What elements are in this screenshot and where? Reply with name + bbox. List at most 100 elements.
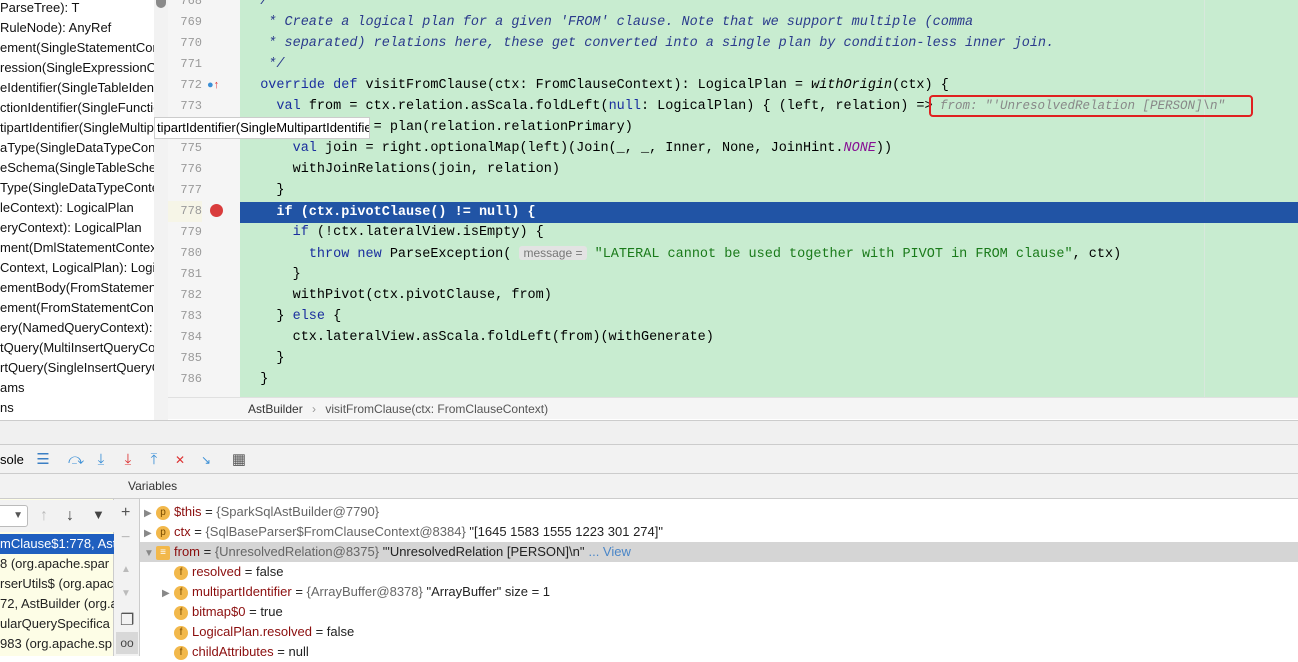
structure-item[interactable]: aType(SingleDataTypeConte: bbox=[0, 138, 154, 158]
code-line[interactable]: if (!ctx.lateralView.isEmpty) { bbox=[240, 222, 1298, 243]
evaluate-expression-icon[interactable]: ▦ bbox=[230, 451, 248, 469]
show-watches-icon[interactable]: oo bbox=[116, 632, 138, 654]
code-line[interactable]: } else { bbox=[240, 306, 1298, 327]
code-token: } bbox=[244, 183, 285, 198]
structure-item[interactable]: Type(SingleDataTypeContex bbox=[0, 178, 154, 198]
structure-item[interactable]: ery(NamedQueryContext): S bbox=[0, 318, 154, 338]
variable-row[interactable]: ▶ f multipartIdentifier = {ArrayBuffer@837… bbox=[140, 582, 1298, 602]
force-step-into-icon[interactable]: ⤓ bbox=[119, 451, 137, 469]
move-up-icon[interactable]: ▲ bbox=[121, 564, 131, 575]
variable-name: ctx bbox=[174, 524, 191, 539]
structure-item[interactable]: eIdentifier(SingleTableIdenti bbox=[0, 78, 154, 98]
structure-item[interactable]: ementBody(FromStatementB bbox=[0, 278, 154, 298]
code-token: visitFromClause(ctx: FromClauseContext):… bbox=[365, 78, 812, 93]
show-execution-point-icon[interactable]: ☰ bbox=[34, 451, 52, 469]
breadcrumb-class[interactable]: AstBuilder bbox=[248, 402, 303, 416]
breakpoint-icon[interactable] bbox=[210, 204, 223, 217]
add-watch-icon[interactable]: + bbox=[121, 504, 130, 522]
structure-item[interactable]: eryContext): LogicalPlan bbox=[0, 218, 142, 238]
structure-item[interactable]: tQuery(MultiInsertQueryCor bbox=[0, 338, 154, 358]
structure-item[interactable]: ement(SingleStatementCont bbox=[0, 38, 154, 58]
code-line[interactable]: * Create a logical plan for a given 'FRO… bbox=[240, 12, 1298, 33]
structure-item[interactable]: ment(DmlStatementContext) bbox=[0, 238, 154, 258]
variable-row[interactable]: f childAttributes = null bbox=[140, 642, 1298, 662]
structure-item[interactable]: ression(SingleExpressionCo bbox=[0, 58, 154, 78]
structure-item[interactable]: ParseTree): T bbox=[0, 0, 79, 18]
code-line[interactable]: if (ctx.pivotClause() != null) { bbox=[240, 202, 1298, 223]
variable-row[interactable]: f bitmap$0 = true bbox=[140, 602, 1298, 622]
code-line[interactable]: } bbox=[240, 369, 1298, 390]
debug-toolbar: sole ☰ ⤼ ⤓ ⤓ ⤒ ✕ ↘ ▦ bbox=[0, 444, 1298, 474]
stack-frame[interactable]: 8 (org.apache.spar bbox=[0, 554, 114, 574]
stack-frame[interactable]: 72, AstBuilder (org.a bbox=[0, 594, 114, 614]
code-token: withJoinRelations(join, relation) bbox=[244, 162, 560, 177]
step-into-icon[interactable]: ⤓ bbox=[92, 451, 110, 469]
view-link[interactable]: ... View bbox=[588, 544, 630, 559]
structure-item[interactable]: RuleNode): AnyRef bbox=[0, 18, 111, 38]
variable-value: null bbox=[288, 644, 309, 659]
arrow-down-icon[interactable]: ↓ bbox=[66, 507, 74, 525]
code-line[interactable]: */ bbox=[240, 54, 1298, 75]
structure-scrollbar[interactable] bbox=[154, 0, 168, 420]
move-down-icon[interactable]: ▼ bbox=[121, 588, 131, 599]
code-line[interactable]: } bbox=[240, 348, 1298, 369]
step-over-icon[interactable]: ⤼ bbox=[67, 451, 85, 469]
drop-frame-icon[interactable]: ✕ bbox=[171, 451, 189, 469]
line-number: 784 bbox=[180, 330, 202, 344]
structure-item[interactable]: Context, LogicalPlan): Logica bbox=[0, 258, 154, 278]
code-token: */ bbox=[244, 57, 285, 72]
structure-item[interactable]: leContext): LogicalPlan bbox=[0, 198, 134, 218]
code-token: ParseException( bbox=[389, 247, 520, 262]
stack-frame[interactable]: mClause$1:778, Ast bbox=[0, 534, 114, 554]
code-line[interactable]: } bbox=[240, 264, 1298, 285]
code-line[interactable]: val right = plan(relation.relationPrimar… bbox=[240, 117, 1298, 138]
filter-icon[interactable]: ▼ bbox=[92, 507, 105, 522]
structure-item[interactable]: tipartIdentifier(SingleMultip bbox=[0, 118, 154, 138]
code-line[interactable]: * separated) relations here, these get c… bbox=[240, 33, 1298, 54]
code-line[interactable]: /** bbox=[240, 0, 1298, 12]
copy-icon[interactable]: ❐ bbox=[120, 610, 134, 630]
structure-item[interactable]: ns bbox=[0, 398, 14, 418]
parameter-icon: p bbox=[156, 505, 170, 520]
run-to-cursor-icon[interactable]: ↘ bbox=[197, 451, 215, 469]
code-line[interactable]: ctx.lateralView.asScala.foldLeft(from)(w… bbox=[240, 327, 1298, 348]
implements-method-icon[interactable]: ●↑ bbox=[207, 79, 219, 91]
expand-arrow-icon[interactable]: ▶ bbox=[144, 524, 156, 544]
variable-row[interactable]: f resolved = false bbox=[140, 562, 1298, 582]
structure-item[interactable]: eSchema(SingleTableSchem bbox=[0, 158, 154, 178]
code-line[interactable]: withJoinRelations(join, relation) bbox=[240, 159, 1298, 180]
expand-arrow-icon[interactable]: ▶ bbox=[144, 504, 156, 524]
thread-dropdown[interactable]: ▼ bbox=[0, 505, 28, 527]
remove-watch-icon[interactable]: − bbox=[121, 529, 130, 547]
stack-frame[interactable]: rserUtils$ (org.apac bbox=[0, 574, 114, 594]
structure-item[interactable]: ams bbox=[0, 378, 25, 398]
breadcrumb-separator-icon: › bbox=[312, 402, 317, 416]
step-out-icon[interactable]: ⤒ bbox=[145, 451, 163, 469]
structure-item[interactable]: ctionIdentifier(SingleFunctio bbox=[0, 98, 154, 118]
stack-frame[interactable]: ularQuerySpecifica bbox=[0, 614, 114, 634]
code-line[interactable]: withPivot(ctx.pivotClause, from) bbox=[240, 285, 1298, 306]
structure-item[interactable]: ement(FromStatementConte: bbox=[0, 298, 154, 318]
code-line[interactable]: } bbox=[240, 180, 1298, 201]
breadcrumb-method[interactable]: visitFromClause(ctx: FromClauseContext) bbox=[325, 402, 548, 416]
stack-frame[interactable]: 983 (org.apache.sp bbox=[0, 634, 114, 654]
code-line[interactable]: override def visitFromClause(ctx: FromCl… bbox=[240, 75, 1298, 96]
line-number: 783 bbox=[180, 309, 202, 323]
line-number: 782 bbox=[180, 288, 202, 302]
code-line[interactable]: val join = right.optionalMap(left)(Join(… bbox=[240, 138, 1298, 159]
arrow-up-icon[interactable]: ↑ bbox=[40, 507, 48, 525]
variable-row[interactable]: ▶ p $this = {SparkSqlAstBuilder@7790} bbox=[140, 502, 1298, 522]
variable-row[interactable]: f LogicalPlan.resolved = false bbox=[140, 622, 1298, 642]
breadcrumb: AstBuilder › visitFromClause(ctx: FromCl… bbox=[168, 397, 1298, 419]
structure-item[interactable]: rtQuery(SingleInsertQueryC bbox=[0, 358, 154, 378]
variable-row[interactable]: ▶ p ctx = {SqlBaseParser$FromClauseContext… bbox=[140, 522, 1298, 542]
equals: = bbox=[245, 604, 261, 619]
code-line[interactable]: throw new ParseException( message = "LAT… bbox=[240, 243, 1298, 264]
frame-location: rserUtils$ (org.apac bbox=[0, 576, 114, 591]
variable-row[interactable]: ▼ ≡ from = {UnresolvedRelation@8375} "'Unr… bbox=[140, 542, 1298, 562]
collapse-arrow-icon[interactable]: ▼ bbox=[144, 544, 156, 564]
expand-arrow-icon[interactable]: ▶ bbox=[162, 584, 174, 604]
equals: = bbox=[201, 504, 217, 519]
console-tab[interactable]: sole bbox=[0, 452, 24, 467]
